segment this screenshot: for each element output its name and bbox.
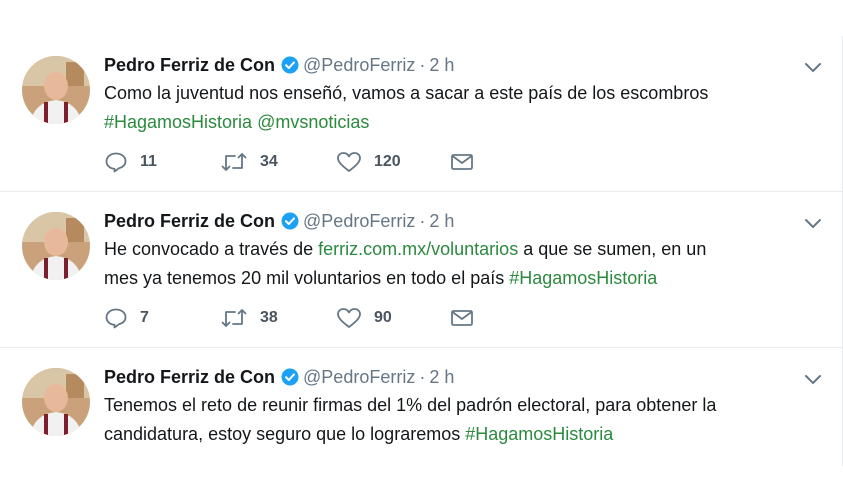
tweet-header: Pedro Ferriz de Con @PedroFerriz · 2 h (104, 208, 454, 234)
like-count: 120 (374, 153, 401, 170)
hashtag-link[interactable]: #HagamosHistoria (465, 424, 613, 444)
reply-count: 11 (140, 153, 157, 170)
retweet-icon (221, 153, 247, 171)
envelope-icon (451, 310, 473, 326)
author-handle[interactable]: @PedroFerriz (303, 55, 415, 76)
hashtag-link[interactable]: #HagamosHistoria (509, 268, 657, 288)
timestamp[interactable]: 2 h (429, 55, 454, 76)
timestamp[interactable]: 2 h (429, 211, 454, 232)
chevron-down-icon[interactable] (803, 216, 823, 230)
retweet-button[interactable]: 34 (220, 151, 278, 173)
tweet-actions: 11 34 120 (104, 151, 504, 173)
tweet-text-line: Como la juventud nos enseñó, vamos a sac… (104, 83, 709, 103)
like-button[interactable]: 90 (336, 307, 392, 329)
tweet-text-line: Tenemos el reto de reunir firmas del 1% … (104, 395, 717, 415)
heart-icon (337, 152, 361, 172)
separator: · (419, 210, 426, 231)
tweet-header: Pedro Ferriz de Con @PedroFerriz · 2 h (104, 364, 454, 390)
tweet[interactable]: Pedro Ferriz de Con @PedroFerriz · 2 h H… (0, 192, 843, 348)
reply-icon (105, 308, 127, 329)
reply-button[interactable]: 11 (104, 151, 157, 173)
hashtag-link[interactable]: #HagamosHistoria (104, 112, 252, 132)
tweet-text: Tenemos el reto de reunir firmas del 1% … (104, 391, 804, 449)
separator: · (419, 366, 426, 387)
avatar[interactable] (22, 368, 90, 436)
retweet-count: 38 (260, 309, 278, 326)
verified-icon (281, 212, 299, 230)
tweet-text-line: mes ya tenemos 20 mil voluntarios en tod… (104, 268, 510, 288)
envelope-icon (451, 154, 473, 170)
heart-icon (337, 308, 361, 328)
tweet[interactable]: Pedro Ferriz de Con @PedroFerriz · 2 h C… (0, 36, 843, 192)
like-count: 90 (374, 309, 392, 326)
tweet-text: Como la juventud nos enseñó, vamos a sac… (104, 79, 804, 137)
author-handle[interactable]: @PedroFerriz (303, 367, 415, 388)
author-name[interactable]: Pedro Ferriz de Con (104, 55, 275, 76)
author-name[interactable]: Pedro Ferriz de Con (104, 367, 275, 388)
chevron-down-icon[interactable] (803, 372, 823, 386)
author-name[interactable]: Pedro Ferriz de Con (104, 211, 275, 232)
author-handle[interactable]: @PedroFerriz (303, 211, 415, 232)
tweet-text: He convocado a través de ferriz.com.mx/v… (104, 235, 804, 293)
mention-link[interactable]: @mvsnoticias (257, 112, 369, 132)
direct-message-button[interactable] (450, 307, 474, 329)
timestamp[interactable]: 2 h (429, 367, 454, 388)
retweet-button[interactable]: 38 (220, 307, 278, 329)
verified-icon (281, 56, 299, 74)
direct-message-button[interactable] (450, 151, 474, 173)
reply-count: 7 (140, 309, 149, 326)
tweet[interactable]: Pedro Ferriz de Con @PedroFerriz · 2 h T… (0, 348, 843, 466)
tweet-actions: 7 38 90 (104, 307, 504, 329)
url-link[interactable]: ferriz.com.mx/voluntarios (318, 239, 518, 259)
tweet-text-segment: He convocado a través de (104, 239, 319, 259)
chevron-down-icon[interactable] (803, 60, 823, 74)
tweet-text-line: candidatura, estoy seguro que lo lograre… (104, 424, 466, 444)
retweet-count: 34 (260, 153, 278, 170)
tweet-header: Pedro Ferriz de Con @PedroFerriz · 2 h (104, 52, 454, 78)
avatar[interactable] (22, 212, 90, 280)
like-button[interactable]: 120 (336, 151, 401, 173)
timeline: Pedro Ferriz de Con @PedroFerriz · 2 h C… (0, 36, 843, 466)
retweet-icon (221, 309, 247, 327)
reply-button[interactable]: 7 (104, 307, 149, 329)
verified-icon (281, 368, 299, 386)
reply-icon (105, 152, 127, 173)
avatar[interactable] (22, 56, 90, 124)
tweet-text-segment: a que se sumen, en un (518, 239, 707, 259)
separator: · (419, 54, 426, 75)
